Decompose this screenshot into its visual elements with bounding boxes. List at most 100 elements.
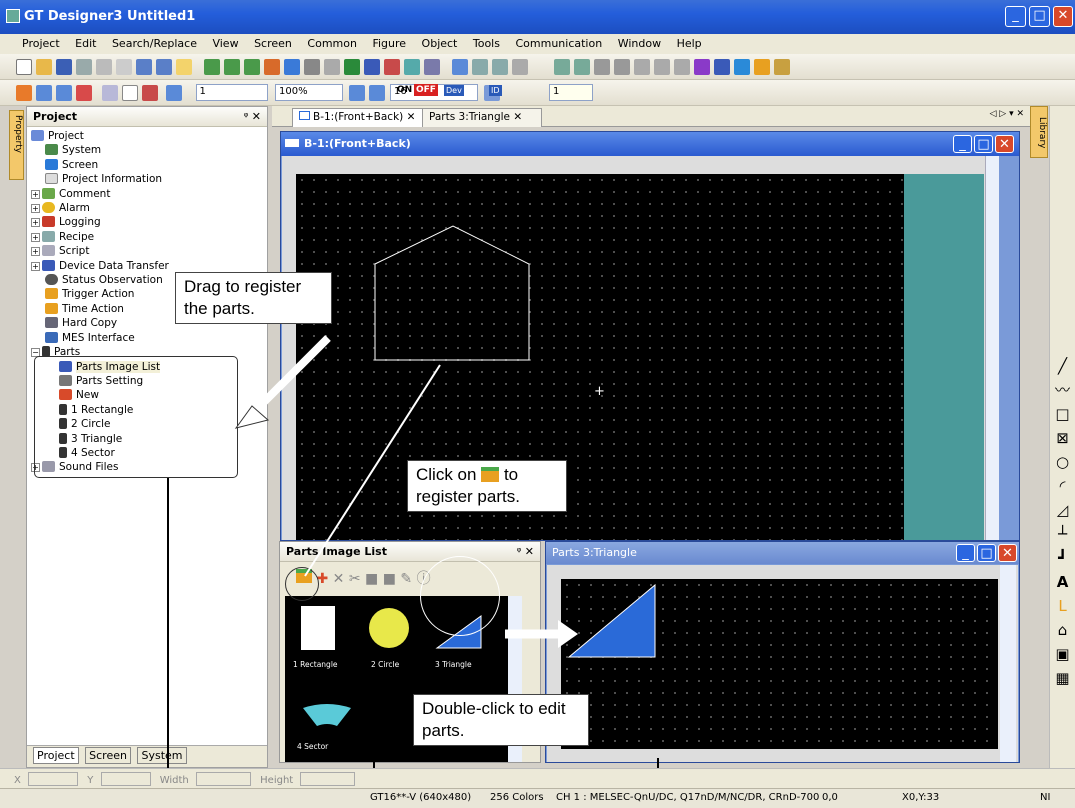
order-icon[interactable]	[634, 59, 650, 75]
tab-screen[interactable]: Screen	[85, 747, 131, 764]
tree-item-script[interactable]: + Script	[31, 244, 267, 258]
send-icon[interactable]	[714, 59, 730, 75]
cut-icon[interactable]: ✂	[349, 571, 361, 587]
tree-item-comment[interactable]: + Comment	[31, 187, 267, 201]
menu-screen[interactable]: Screen	[254, 37, 292, 50]
paste-icon[interactable]: ■	[383, 571, 396, 587]
menu-object[interactable]: Object	[422, 37, 458, 50]
y-input[interactable]	[100, 772, 151, 786]
text-tool-icon[interactable]: A	[1050, 570, 1075, 594]
paste-icon[interactable]	[116, 59, 132, 75]
screen-next-icon[interactable]	[244, 59, 260, 75]
screen-close-button[interactable]: ✕	[995, 135, 1014, 153]
zoom-out-icon[interactable]	[368, 85, 385, 101]
verify-icon[interactable]	[472, 59, 488, 75]
image-tool-icon[interactable]: ▣	[1050, 642, 1075, 666]
pin-close-icon[interactable]: ᵠ ✕	[244, 110, 261, 123]
polyline-tool-icon[interactable]: 〰	[1050, 378, 1075, 402]
line-width-select[interactable]: 1	[195, 84, 268, 101]
rectangle-thumbnail[interactable]	[301, 606, 335, 650]
device-icon[interactable]	[344, 59, 360, 75]
nudge-icon[interactable]	[694, 59, 710, 75]
preview-icon[interactable]	[324, 59, 340, 75]
circle-thumbnail[interactable]	[369, 608, 409, 648]
parts-minimize-button[interactable]: _	[956, 544, 975, 562]
paint-tool-icon[interactable]: ⌂	[1050, 618, 1075, 642]
forward-icon[interactable]	[56, 85, 72, 101]
property-tab[interactable]: Property	[9, 110, 24, 180]
abc-icon[interactable]	[424, 59, 440, 75]
zoom-in-icon[interactable]	[348, 85, 365, 101]
align-right-icon[interactable]	[574, 59, 590, 75]
new-icon[interactable]	[16, 59, 32, 75]
rectangle-tool-icon[interactable]: □	[1050, 402, 1075, 426]
scale-tool-icon[interactable]: ┴	[1050, 522, 1075, 546]
open-icon[interactable]	[36, 59, 52, 75]
triangle-part-shape[interactable]	[567, 583, 657, 659]
menu-search-replace[interactable]: Search/Replace	[112, 37, 197, 50]
sector-thumbnail[interactable]	[301, 702, 353, 728]
polygon-tool-icon[interactable]: ⊠	[1050, 426, 1075, 450]
stop-icon[interactable]	[76, 85, 92, 101]
menu-view[interactable]: View	[212, 37, 238, 50]
piping-tool-icon[interactable]: ┛	[1050, 546, 1075, 570]
tab-scroll-icon[interactable]: ◁ ▷ ▾ ✕	[990, 109, 1024, 119]
close-button[interactable]: ✕	[1053, 6, 1073, 27]
parts-icon[interactable]	[264, 59, 280, 75]
circle-tool-icon[interactable]: ○	[1050, 450, 1075, 474]
tree-item-alarm[interactable]: + Alarm	[31, 201, 267, 215]
write-icon[interactable]	[754, 59, 770, 75]
screen-vertical-scrollbar[interactable]	[985, 156, 999, 540]
rotate-icon[interactable]	[614, 59, 630, 75]
comment-icon[interactable]	[304, 59, 320, 75]
menu-edit[interactable]: Edit	[75, 37, 96, 50]
menu-window[interactable]: Window	[618, 37, 661, 50]
tree-item-project-information[interactable]: Project Information	[31, 172, 267, 186]
menu-project[interactable]: Project	[22, 37, 60, 50]
font-icon[interactable]	[774, 59, 790, 75]
parts-list-icon[interactable]	[364, 59, 380, 75]
read-icon[interactable]	[734, 59, 750, 75]
menu-figure[interactable]: Figure	[372, 37, 406, 50]
parts-canvas[interactable]	[561, 579, 998, 749]
redo-icon[interactable]	[156, 59, 172, 75]
tab-parts-triangle[interactable]: Parts 3:Triangle ✕	[422, 108, 542, 127]
ungroup-icon[interactable]	[674, 59, 690, 75]
screen-prev-icon[interactable]	[224, 59, 240, 75]
library-tab[interactable]: Library	[1030, 106, 1048, 158]
group-icon[interactable]	[654, 59, 670, 75]
tree-item-logging[interactable]: + Logging	[31, 215, 267, 229]
width-input[interactable]	[195, 772, 251, 786]
save-icon[interactable]	[56, 59, 72, 75]
back-icon[interactable]	[36, 85, 52, 101]
zoom-select[interactable]: 100%	[275, 84, 343, 101]
align-left-icon[interactable]	[554, 59, 570, 75]
undo-icon[interactable]	[136, 59, 152, 75]
screen-minimize-button[interactable]: _	[953, 135, 972, 153]
simulate-icon[interactable]	[512, 59, 528, 75]
compare-icon[interactable]	[492, 59, 508, 75]
device-button[interactable]: Dev	[444, 85, 464, 96]
data-view-icon[interactable]	[284, 59, 300, 75]
rect-style-icon[interactable]	[122, 85, 138, 101]
screen-icon[interactable]	[204, 59, 220, 75]
flip-icon[interactable]	[594, 59, 610, 75]
tab-system[interactable]: System	[137, 747, 187, 764]
network-icon[interactable]	[404, 59, 420, 75]
copy-icon[interactable]: ■	[365, 571, 378, 587]
parts-vertical-scrollbar[interactable]	[1000, 565, 1016, 762]
check-icon[interactable]	[452, 59, 468, 75]
tree-item-screen[interactable]: Screen	[31, 158, 267, 172]
sector-tool-icon[interactable]: ◿	[1050, 498, 1075, 522]
parts-maximize-button[interactable]: □	[977, 544, 996, 562]
tree-item-system[interactable]: System	[31, 143, 267, 157]
menu-tools[interactable]: Tools	[473, 37, 500, 50]
cut-icon[interactable]	[76, 59, 92, 75]
on-button[interactable]: ON	[397, 85, 412, 95]
menu-communication[interactable]: Communication	[515, 37, 602, 50]
house-shape[interactable]	[373, 224, 533, 364]
select-icon[interactable]	[176, 59, 192, 75]
parts-list-pin-close-icon[interactable]: ᵠ ✕	[517, 545, 534, 558]
menu-common[interactable]: Common	[307, 37, 357, 50]
script-icon[interactable]	[384, 59, 400, 75]
